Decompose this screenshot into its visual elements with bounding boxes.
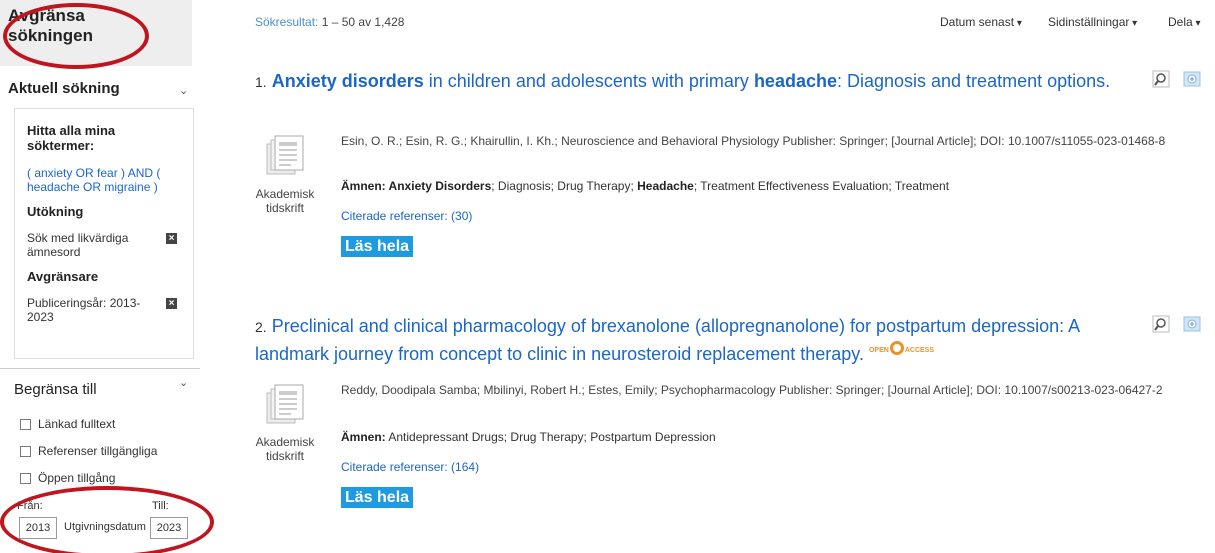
- add-to-folder-icon[interactable]: [1183, 315, 1201, 333]
- linked-fulltext-checkbox[interactable]: Länkad fulltext: [20, 417, 115, 431]
- checkbox-label: Öppen tillgång: [38, 471, 116, 485]
- limiter-item: Publiceringsår: 2013-2023 ×: [27, 296, 181, 324]
- result-number: 1.: [255, 74, 267, 90]
- remove-expander-icon[interactable]: ×: [166, 233, 177, 244]
- cited-references-link[interactable]: Citerade referenser: (30): [341, 209, 472, 223]
- checkbox-icon[interactable]: [20, 446, 31, 457]
- preview-icon[interactable]: [1152, 315, 1170, 333]
- preview-icon[interactable]: [1152, 70, 1170, 88]
- result-count-value: 1 – 50 av 1,428: [321, 15, 405, 29]
- result-title[interactable]: 1. Anxiety disorders in children and ado…: [255, 70, 1115, 94]
- share-menu[interactable]: Dela: [1168, 15, 1201, 29]
- limiters-title: Avgränsare: [27, 269, 99, 284]
- remove-limiter-icon[interactable]: ×: [166, 298, 177, 309]
- result-subjects: Ämnen: Anxiety Disorders; Diagnosis; Dru…: [341, 179, 950, 193]
- annotation-ellipse: [3, 3, 149, 69]
- result-metadata: Reddy, Doodipala Samba; Mbilinyi, Robert…: [341, 383, 1163, 397]
- divider: [0, 368, 200, 369]
- result-title[interactable]: 2. Preclinical and clinical pharmacology…: [255, 315, 1115, 366]
- limit-to-title[interactable]: Begränsa till: [14, 381, 97, 398]
- result-number: 2.: [255, 319, 267, 335]
- open-access-icon: [889, 341, 904, 355]
- journal-icon: [266, 135, 304, 175]
- result-title-text[interactable]: Preclinical and clinical pharmacology of…: [255, 316, 1079, 364]
- current-search-title[interactable]: Aktuell sökning: [8, 80, 120, 97]
- cited-references-link[interactable]: Citerade referenser: (164): [341, 460, 479, 474]
- add-to-folder-icon[interactable]: [1183, 70, 1201, 88]
- chevron-down-icon[interactable]: ⌄: [179, 84, 188, 97]
- checkbox-label: Länkad fulltext: [38, 417, 116, 431]
- checkbox-icon[interactable]: [20, 473, 31, 484]
- result-count-label: Sökresultat:: [255, 15, 319, 29]
- page-options-menu[interactable]: Sidinställningar: [1048, 15, 1137, 29]
- annotation-ellipse: [0, 486, 214, 553]
- open-access-badge: OPEN ACCESS: [869, 341, 934, 355]
- read-full-button[interactable]: Läs hela: [341, 236, 414, 257]
- current-search-panel: Hitta alla mina söktermer: ( anxiety OR …: [14, 108, 194, 359]
- checkbox-icon[interactable]: [20, 419, 31, 430]
- publication-type-label: Akademisk tidskrift: [255, 435, 315, 463]
- checkbox-label: Referenser tillgängliga: [38, 444, 158, 458]
- sidebar: Avgränsa sökningen Aktuell sökning ⌄ Hit…: [0, 0, 200, 553]
- limiter-label: Publiceringsår: 2013-2023: [27, 296, 141, 324]
- sort-menu[interactable]: Datum senast: [940, 15, 1022, 29]
- result-subjects: Ämnen: Antidepressant Drugs; Drug Therap…: [341, 430, 716, 444]
- result-title-text[interactable]: Anxiety disorders in children and adoles…: [272, 71, 1110, 91]
- expander-item: Sök med likvärdiga ämnesord ×: [27, 231, 181, 259]
- read-full-button[interactable]: Läs hela: [341, 487, 414, 508]
- find-all-label: Hitta alla mina söktermer:: [27, 123, 116, 153]
- expander-label: Sök med likvärdiga ämnesord: [27, 231, 129, 259]
- expanders-title: Utökning: [27, 204, 84, 219]
- search-query-link[interactable]: ( anxiety OR fear ) AND ( headache OR mi…: [27, 166, 181, 194]
- result-count: Sökresultat: 1 – 50 av 1,428: [255, 15, 404, 29]
- references-available-checkbox[interactable]: Referenser tillgängliga: [20, 444, 157, 458]
- chevron-down-icon[interactable]: ⌄: [179, 376, 188, 389]
- open-access-checkbox[interactable]: Öppen tillgång: [20, 471, 115, 485]
- journal-icon: [266, 384, 304, 424]
- publication-type-label: Akademisk tidskrift: [255, 187, 315, 215]
- result-metadata: Esin, O. R.; Esin, R. G.; Khairullin, I.…: [341, 134, 1166, 148]
